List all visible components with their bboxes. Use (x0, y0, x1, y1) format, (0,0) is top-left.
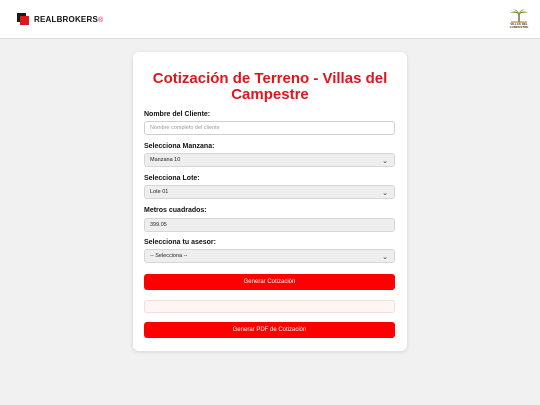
top-bar: REALBROKERS® VILLAS DEL CAMPESTRE (0, 0, 540, 39)
manzana-select[interactable]: Manzana 10 ⌄ (144, 153, 395, 167)
realbrokers-logo[interactable]: REALBROKERS® (17, 13, 103, 25)
brand-name: REALBROKERS® (34, 14, 104, 24)
chevron-down-icon: ⌄ (382, 158, 388, 165)
generate-pdf-button[interactable]: Generar PDF de Cotización (144, 322, 395, 338)
generate-quote-button[interactable]: Generar Cotización (144, 274, 395, 290)
manzana-selected-value: Manzana 10 (150, 157, 181, 163)
client-name-label: Nombre del Cliente: (144, 111, 211, 118)
asesor-label: Selecciona tu asesor: (144, 239, 216, 246)
chevron-down-icon: ⌄ (382, 254, 388, 261)
quote-form-card: Cotización de Terreno - Villas del Campe… (133, 52, 407, 351)
realbrokers-logo-icon (17, 13, 29, 25)
palm-tree-icon (510, 9, 528, 23)
villas-del-campestre-logo: VILLAS DEL CAMPESTRE (508, 9, 530, 29)
asesor-select[interactable]: -- Selecciona -- ⌄ (144, 249, 395, 263)
metros-value: 399.05 (150, 222, 167, 228)
lote-selected-value: Lote 01 (150, 189, 169, 195)
lote-select[interactable]: Lote 01 ⌄ (144, 185, 395, 199)
manzana-label: Selecciona Manzana: (144, 143, 215, 150)
metros-label: Metros cuadrados: (144, 207, 207, 214)
partner-name: VILLAS DEL CAMPESTRE (509, 22, 529, 29)
quote-result-box (144, 300, 395, 313)
metros-field: 399.05 (144, 218, 395, 232)
client-name-placeholder: Nombre completo del cliente (150, 125, 220, 131)
lote-label: Selecciona Lote: (144, 175, 200, 182)
client-name-input[interactable]: Nombre completo del cliente (144, 121, 395, 135)
asesor-selected-value: -- Selecciona -- (150, 253, 188, 259)
form-title: Cotización de Terreno - Villas del Campe… (152, 70, 388, 103)
chevron-down-icon: ⌄ (382, 190, 388, 197)
